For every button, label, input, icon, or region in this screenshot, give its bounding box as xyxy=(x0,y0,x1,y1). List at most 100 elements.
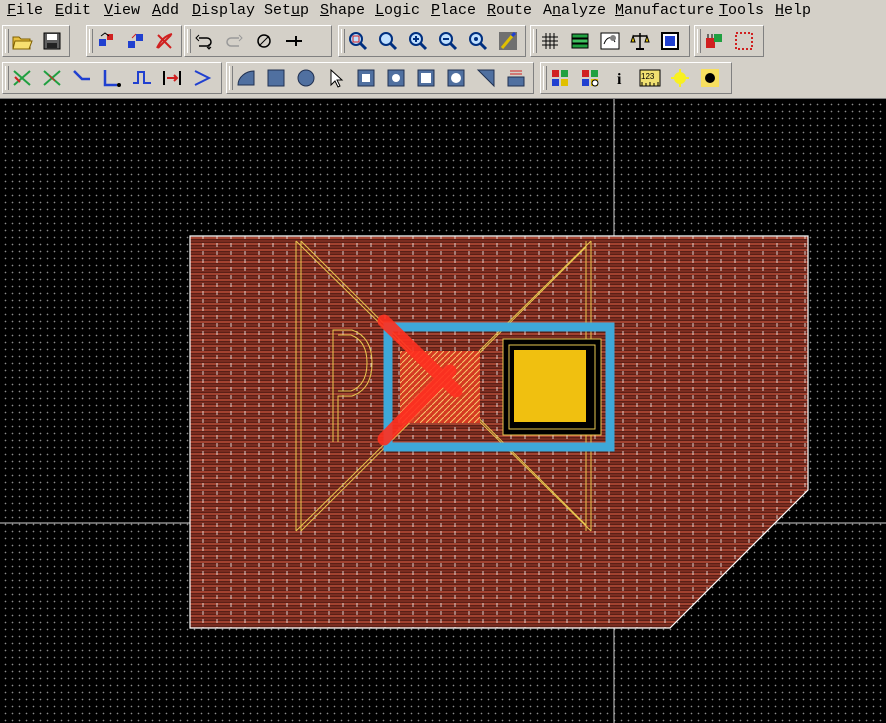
pin-button[interactable] xyxy=(281,28,307,54)
move-icon xyxy=(98,32,113,46)
menu-logic[interactable]: Logic xyxy=(375,2,420,19)
add-connect-button[interactable] xyxy=(9,65,35,91)
shape-edit-button[interactable] xyxy=(473,65,499,91)
route-ortho-button[interactable] xyxy=(99,65,125,91)
select-pointer-button[interactable] xyxy=(323,65,349,91)
dehighlight-button[interactable] xyxy=(697,65,723,91)
toolbar-group-shape xyxy=(226,62,534,94)
layers-button[interactable] xyxy=(567,28,593,54)
unrats-button[interactable] xyxy=(251,28,277,54)
redraw-button[interactable] xyxy=(495,28,521,54)
layers-icon xyxy=(571,33,589,49)
zoom-world-icon xyxy=(469,32,488,51)
menu-shape[interactable]: Shape xyxy=(320,2,365,19)
pad-2 xyxy=(514,350,586,422)
menu-place[interactable]: Place xyxy=(431,2,476,19)
shape-edit-icon xyxy=(476,69,495,88)
delay-tune-button[interactable] xyxy=(189,65,215,91)
menu-bar: File Edit View Add Display Setup Shape Logic Pla… xyxy=(0,0,886,22)
highlight-button[interactable] xyxy=(667,65,693,91)
display-frame-icon xyxy=(661,32,679,50)
toolbar-group-undo xyxy=(184,25,332,57)
delay-tune-icon xyxy=(194,70,212,86)
fanout-button[interactable] xyxy=(159,65,185,91)
display-frame-button[interactable] xyxy=(657,28,683,54)
shape-circle-button[interactable] xyxy=(293,65,319,91)
menu-setup[interactable]: Setup xyxy=(264,2,309,19)
menu-view[interactable]: View xyxy=(104,2,140,19)
shape-fill-button[interactable] xyxy=(503,65,529,91)
slide-icon xyxy=(43,70,61,86)
spinning-button[interactable] xyxy=(731,28,757,54)
toolbar-group-route xyxy=(2,62,222,94)
undo-button[interactable] xyxy=(191,28,217,54)
zoom-points-button[interactable] xyxy=(345,28,371,54)
shape-select-icon xyxy=(357,69,375,87)
menu-display[interactable]: Display xyxy=(192,2,255,19)
add-connect-icon xyxy=(13,70,31,86)
info-button[interactable]: i xyxy=(607,65,633,91)
route-step-icon xyxy=(133,71,151,84)
shape-arc-icon xyxy=(237,70,255,86)
color-button[interactable] xyxy=(547,65,573,91)
toolbar-group-color: i 123 xyxy=(540,62,732,94)
move-button[interactable] xyxy=(93,28,118,54)
shadow-button[interactable] xyxy=(597,28,623,54)
copy-button[interactable] xyxy=(122,28,147,54)
board-drawing xyxy=(0,99,886,723)
balance-icon xyxy=(630,33,650,50)
copy-icon xyxy=(127,33,143,48)
zoom-out-icon xyxy=(439,32,458,51)
menu-tools[interactable]: Tools xyxy=(719,2,764,19)
shape-arc-button[interactable] xyxy=(233,65,259,91)
menu-file[interactable]: File xyxy=(7,2,43,19)
shape-circle-icon xyxy=(297,69,315,87)
slide-button[interactable] xyxy=(39,65,65,91)
route-step-button[interactable] xyxy=(129,65,155,91)
zoom-out-button[interactable] xyxy=(435,28,461,54)
select-pointer-icon xyxy=(330,68,344,88)
menu-analyze[interactable]: Analyze xyxy=(543,2,606,19)
zoom-in-button[interactable] xyxy=(405,28,431,54)
zoom-points-icon xyxy=(349,32,368,51)
route-diagonal-icon xyxy=(73,70,90,81)
redraw-icon xyxy=(499,31,517,50)
zoom-world-button[interactable] xyxy=(465,28,491,54)
shape-void-button[interactable] xyxy=(413,65,439,91)
menu-edit[interactable]: Edit xyxy=(55,2,91,19)
delete-button[interactable] xyxy=(152,28,177,54)
open-folder-button[interactable] xyxy=(9,28,35,54)
route-diagonal-button[interactable] xyxy=(69,65,95,91)
menu-route[interactable]: Route xyxy=(487,2,532,19)
save-button[interactable] xyxy=(39,28,65,54)
menu-add[interactable]: Add xyxy=(152,2,179,19)
undo-icon xyxy=(195,34,212,50)
measure-button[interactable]: 123 xyxy=(637,65,663,91)
color-icon xyxy=(552,70,568,86)
component-icon xyxy=(706,34,722,48)
svg-text:i: i xyxy=(617,71,622,88)
pin-icon xyxy=(286,36,302,46)
shape-rect-button[interactable] xyxy=(263,65,289,91)
shape-merge-button[interactable] xyxy=(383,65,409,91)
redo-button[interactable] xyxy=(221,28,247,54)
fanout-icon xyxy=(163,71,181,85)
unrats-icon xyxy=(257,34,271,48)
component-button[interactable] xyxy=(701,28,727,54)
menu-help[interactable]: Help xyxy=(775,2,811,19)
shape-select-button[interactable] xyxy=(353,65,379,91)
shadow-icon xyxy=(600,32,620,50)
toolbar-group-display xyxy=(530,25,690,57)
info-icon: i xyxy=(617,71,622,88)
shape-void-circle-button[interactable] xyxy=(443,65,469,91)
toolbar-group-file xyxy=(2,25,70,57)
menu-manufacture[interactable]: Manufacture xyxy=(615,2,714,19)
measure-icon: 123 xyxy=(639,69,661,87)
balance-button[interactable] xyxy=(627,28,653,54)
design-canvas[interactable] xyxy=(0,98,886,723)
color-visible-button[interactable] xyxy=(577,65,603,91)
shape-fill-icon xyxy=(507,70,525,87)
grid-button[interactable] xyxy=(537,28,563,54)
color-visible-icon xyxy=(582,70,599,87)
zoom-fit-button[interactable] xyxy=(375,28,401,54)
